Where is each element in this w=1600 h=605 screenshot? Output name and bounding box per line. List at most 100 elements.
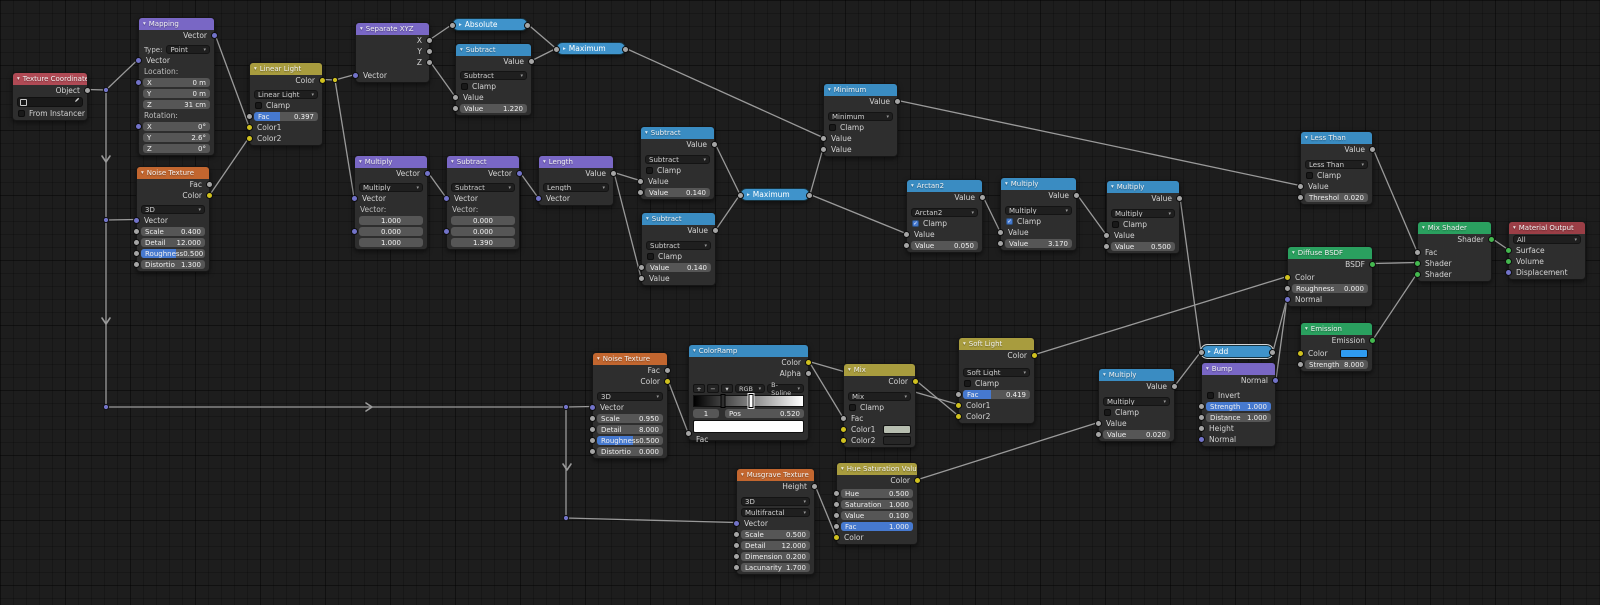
socket-yellow[interactable] [319, 77, 326, 84]
colorramp-header[interactable]: ▾ ColorRamp [689, 345, 808, 357]
socket-gray[interactable] [426, 37, 433, 44]
musgrave-texture[interactable]: ▾ Musgrave Texture Height 3D ▾ Multifractal ▾ V… [733, 468, 818, 575]
socket-purple[interactable] [1198, 436, 1205, 443]
mix-mix-select[interactable]: Mix ▾ [848, 392, 911, 401]
socket-gray[interactable] [1269, 349, 1276, 356]
subtract-bottom-header[interactable]: ▾ Subtract [642, 213, 715, 225]
emission-strength-field[interactable]: Strength 8.000 [1305, 360, 1368, 369]
socket-gray[interactable] [1103, 232, 1110, 239]
mapping[interactable]: ▾ Mapping Vector Type: Point ▾ Vector Location:… [135, 17, 218, 156]
multiply-3-value-field[interactable]: Value 0.020 [1103, 430, 1170, 439]
length[interactable]: ▾ Length Value Length ▾ Vector [535, 155, 617, 206]
socket-gray[interactable] [712, 227, 719, 234]
subtract-top-clamp-checkbox[interactable]: Clamp [641, 165, 714, 176]
subtract-top-header[interactable]: ▾ Subtract [641, 127, 714, 139]
socket-gray[interactable] [452, 105, 459, 112]
socket-gray[interactable] [955, 391, 962, 398]
socket-purple[interactable] [535, 195, 542, 202]
socket-green[interactable] [1414, 271, 1421, 278]
multiply-3-clamp-checkbox[interactable]: Clamp [1099, 407, 1174, 418]
bump-header[interactable]: ▾ Bump [1202, 363, 1275, 375]
socket-purple[interactable] [424, 170, 431, 177]
noise-texture-1-detail-field[interactable]: Detail 12.000 [141, 238, 205, 247]
checkbox-icon[interactable] [964, 380, 971, 387]
noise-texture-2-header[interactable]: ▾ Noise Texture [593, 353, 667, 365]
linear-light-fac-field[interactable]: Fac 0.397 [254, 112, 318, 121]
bump-strength-field[interactable]: Strength 1.000 [1206, 402, 1271, 411]
socket-yellow[interactable] [805, 359, 812, 366]
socket-gray[interactable] [589, 415, 596, 422]
minimum-minimum-select[interactable]: Minimum ▾ [828, 112, 893, 121]
socket-gray[interactable] [733, 564, 740, 571]
checkbox-icon[interactable] [1104, 409, 1111, 416]
soft-light[interactable]: ▾ Soft Light Color Soft Light ▾ Clamp Fac 0.419… [955, 337, 1038, 424]
socket-purple[interactable] [352, 72, 359, 79]
subtract-value-clamp-checkbox[interactable]: Clamp [456, 81, 531, 92]
socket-yellow[interactable] [840, 437, 847, 444]
socket-gray[interactable] [737, 192, 744, 199]
checkbox-icon[interactable] [1112, 221, 1119, 228]
colorramp-interpolation-select[interactable]: B-Spline ▾ [767, 381, 804, 397]
socket-purple[interactable] [589, 404, 596, 411]
socket-gray[interactable] [903, 242, 910, 249]
socket-green[interactable] [1369, 261, 1376, 268]
separate-xyz-header[interactable]: ▾ Separate XYZ [356, 23, 429, 35]
soft-light-soft-light-select[interactable]: Soft Light ▾ [963, 368, 1030, 377]
socket-yellow[interactable] [246, 135, 253, 142]
socket-purple[interactable] [733, 520, 740, 527]
socket-gray[interactable] [133, 239, 140, 246]
noise-texture-1-scale-field[interactable]: Scale 0.400 [141, 227, 205, 236]
separate-xyz[interactable]: ▾ Separate XYZ X Y Z Vector [352, 22, 433, 83]
socket-gray[interactable] [1297, 183, 1304, 190]
diffuse-bsdf-roughness-field[interactable]: Roughness 0.000 [1292, 284, 1368, 293]
socket-purple[interactable] [135, 79, 142, 86]
hue-saturation-value-saturation-field[interactable]: Saturation 1.000 [841, 500, 913, 509]
socket-gray[interactable] [806, 192, 813, 199]
noise-texture-1-roughness-field[interactable]: Roughness 0.500 [141, 249, 205, 258]
socket-gray[interactable] [820, 146, 827, 153]
texture-coordinate-from-instancer-checkbox[interactable]: From Instancer [13, 108, 87, 119]
subtract-vector-header[interactable]: ▾ Subtract [447, 156, 519, 168]
add-stop-button[interactable]: + [693, 384, 705, 393]
musgrave-texture-header[interactable]: ▾ Musgrave Texture [737, 469, 814, 481]
bump-distance-field[interactable]: Distance 1.000 [1206, 413, 1271, 422]
ramp-menu-icon[interactable]: ▾ [721, 384, 733, 393]
reroute-node[interactable] [331, 76, 339, 84]
material-output-header[interactable]: ▾ Material Output [1509, 222, 1585, 234]
subtract-bottom-value-field[interactable]: Value 0.140 [646, 263, 711, 272]
reroute-node[interactable] [102, 216, 110, 224]
noise-texture-1[interactable]: ▾ Noise Texture Fac Color 3D ▾ Vector Scale 0.40… [133, 166, 213, 272]
checkbox-icon[interactable] [255, 102, 262, 109]
mix-color2-swatch[interactable] [883, 436, 911, 445]
socket-gray[interactable] [610, 170, 617, 177]
socket-gray[interactable] [638, 264, 645, 271]
noise-texture-1-header[interactable]: ▾ Noise Texture [137, 167, 209, 179]
socket-gray[interactable] [1171, 383, 1178, 390]
reroute-node[interactable] [562, 403, 570, 411]
socket-gray[interactable] [638, 275, 645, 282]
multiply-2-value-field[interactable]: Value 0.500 [1111, 242, 1175, 251]
mix-color1-swatch[interactable] [883, 425, 911, 434]
mix-shader-header[interactable]: ▾ Mix Shader [1418, 222, 1491, 234]
socket-gray[interactable] [524, 22, 531, 29]
material-output-all-select[interactable]: All ▾ [1513, 235, 1581, 244]
linear-light-linear-light-select[interactable]: Linear Light ▾ [254, 90, 318, 99]
subtract-vector-subtract-select[interactable]: Subtract ▾ [451, 183, 515, 192]
socket-gray[interactable] [452, 94, 459, 101]
socket-purple[interactable] [1284, 296, 1291, 303]
hue-saturation-value-fac-field[interactable]: Fac 1.000 [841, 522, 913, 531]
subtract-value-subtract-select[interactable]: Subtract ▾ [460, 71, 527, 80]
bump-invert-checkbox[interactable]: Invert [1202, 390, 1275, 401]
arctan2-value-field[interactable]: Value 0.050 [911, 241, 978, 250]
ramp-handle[interactable] [748, 394, 754, 408]
checkbox-icon[interactable]: ✓ [912, 220, 919, 227]
emission-header[interactable]: ▾ Emission [1301, 323, 1372, 335]
socket-purple[interactable] [516, 170, 523, 177]
socket-purple[interactable] [1505, 269, 1512, 276]
socket-gray[interactable] [833, 523, 840, 530]
mix[interactable]: ▾ Mix Color Mix ▾ Clamp Fac Color1 Color2 [840, 363, 919, 448]
multiply-vector-multiply-select[interactable]: Multiply ▾ [359, 183, 423, 192]
socket-green[interactable] [1505, 258, 1512, 265]
noise-texture-2-detail-field[interactable]: Detail 8.000 [597, 425, 663, 434]
socket-purple[interactable] [135, 57, 142, 64]
